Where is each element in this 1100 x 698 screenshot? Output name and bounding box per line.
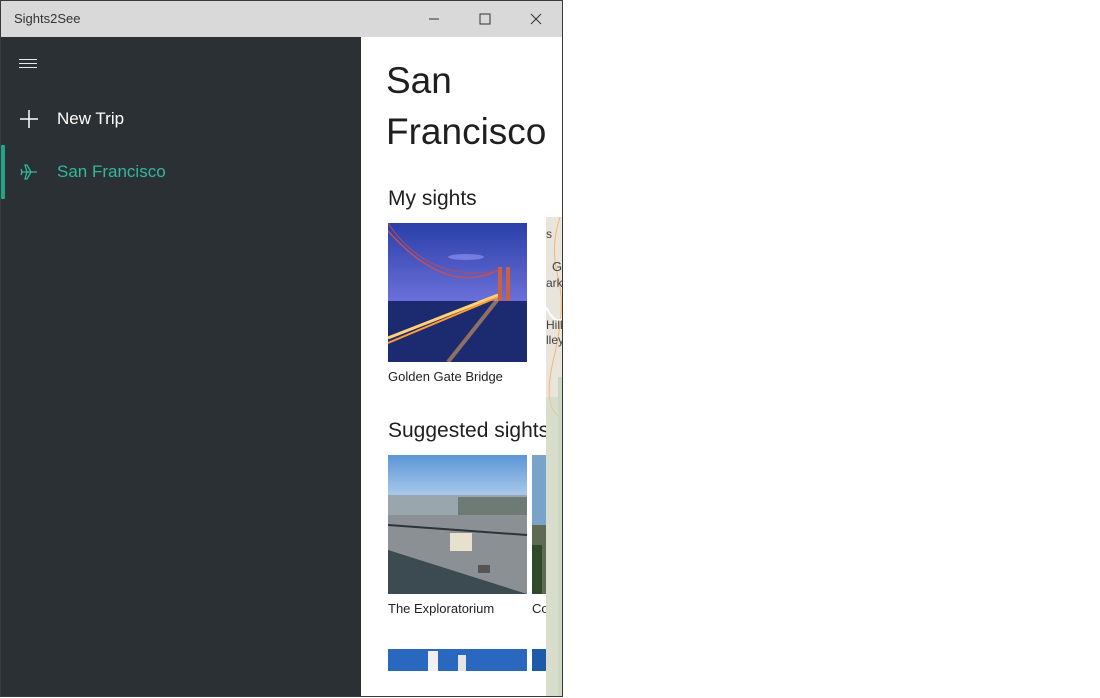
sight-image	[388, 649, 527, 671]
airplane-icon	[1, 162, 57, 182]
exploratorium-image	[388, 455, 527, 594]
minimize-icon	[429, 18, 439, 20]
sight-caption: Golden Gate Bridge	[388, 369, 503, 384]
sight-tile-exploratorium[interactable]	[388, 455, 527, 594]
hamburger-menu-icon[interactable]	[19, 57, 39, 71]
trip-details-page: San Francisco My sights Golden Gate Brid…	[361, 37, 563, 696]
page-title: San Francisco	[386, 60, 547, 152]
selection-indicator	[1, 145, 5, 199]
nav-item-san-francisco[interactable]: San Francisco	[1, 145, 361, 199]
sight-tile-partial-row[interactable]	[388, 649, 527, 671]
window-title: Sights2See	[14, 11, 81, 26]
golden-gate-bridge-image	[388, 223, 527, 362]
map-label: lley	[546, 333, 563, 347]
sight-tile-golden-gate-bridge[interactable]	[388, 223, 527, 362]
app-window: Sights2See New Trip San Francisco San Fr…	[0, 0, 563, 697]
suggested-sights-heading: Suggested sights	[388, 419, 550, 442]
nav-item-new-trip[interactable]: New Trip	[1, 92, 361, 146]
maximize-icon	[479, 13, 491, 25]
close-icon	[530, 13, 542, 25]
title-bar[interactable]: Sights2See	[1, 1, 562, 37]
plus-icon	[1, 109, 57, 129]
close-button[interactable]	[513, 1, 559, 37]
sight-caption: The Exploratorium	[388, 601, 495, 616]
navigation-pane: New Trip San Francisco	[1, 37, 361, 696]
minimize-button[interactable]	[411, 1, 457, 37]
nav-item-label: New Trip	[57, 109, 125, 128]
map-view[interactable]: s G arks Hill lley	[546, 217, 563, 696]
map-label: arks	[546, 276, 563, 290]
map-label: G	[552, 259, 563, 274]
map-label: Hill	[546, 318, 563, 332]
nav-item-label: San Francisco	[57, 162, 166, 181]
my-sights-heading: My sights	[388, 187, 477, 210]
maximize-button[interactable]	[462, 1, 508, 37]
map-label: s	[546, 227, 552, 241]
